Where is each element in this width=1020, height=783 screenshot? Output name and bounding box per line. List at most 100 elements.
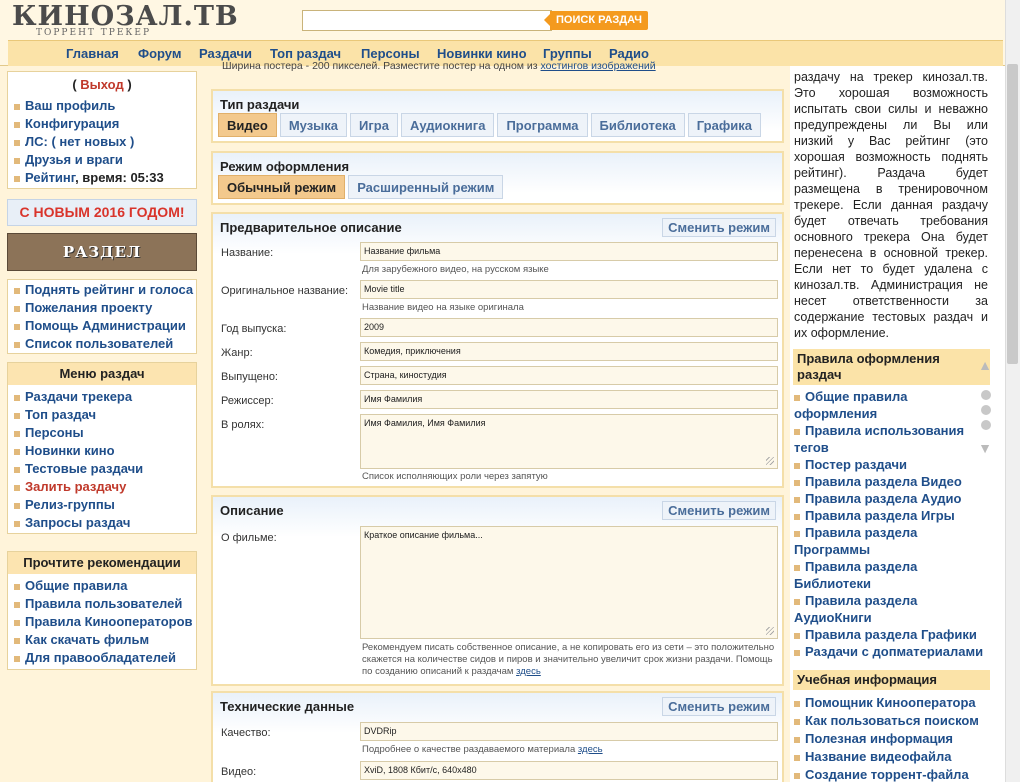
- sidebar-item-friends[interactable]: Друзья и враги: [14, 151, 196, 169]
- sidebar-item-users[interactable]: Список пользователей: [14, 335, 196, 353]
- help-admin-link[interactable]: Помощь Администрации: [25, 318, 186, 333]
- rule-link-audiobooks[interactable]: Правила раздела АудиоКниги: [794, 593, 917, 625]
- nav-forum[interactable]: Форум: [138, 46, 181, 61]
- rec-item[interactable]: Общие правила: [14, 577, 196, 595]
- nav-torrents[interactable]: Раздачи: [199, 46, 252, 61]
- menu-link-tracker[interactable]: Раздачи трекера: [25, 389, 132, 404]
- nav-groups[interactable]: Группы: [543, 46, 592, 61]
- scroll-down-icon[interactable]: ▼: [975, 440, 995, 456]
- change-mode-button[interactable]: Сменить режим: [662, 697, 776, 716]
- edu-item[interactable]: Помощник Кинооператора: [794, 694, 984, 711]
- director-field[interactable]: Имя Фамилия: [360, 390, 778, 409]
- edu-link-assistant[interactable]: Помощник Кинооператора: [805, 695, 976, 710]
- sidebar-item-config[interactable]: Конфигурация: [14, 115, 196, 133]
- genre-field[interactable]: Комедия, приключения: [360, 342, 778, 361]
- rec-item[interactable]: Правила пользователей: [14, 595, 196, 613]
- menu-link-new[interactable]: Новинки кино: [25, 443, 115, 458]
- menu-link-requests[interactable]: Запросы раздач: [25, 515, 130, 530]
- raise-rating-link[interactable]: Поднять рейтинг и голоса: [25, 282, 193, 297]
- friends-link[interactable]: Друзья и враги: [25, 152, 123, 167]
- edu-item[interactable]: Полезная информация: [794, 730, 984, 747]
- rule-item[interactable]: Общие правила оформления: [794, 388, 984, 422]
- menu-link-persons[interactable]: Персоны: [25, 425, 84, 440]
- edu-link-torrent[interactable]: Создание торрент-файла: [805, 767, 969, 782]
- rule-link-games[interactable]: Правила раздела Игры: [805, 508, 955, 523]
- mode-normal[interactable]: Обычный режим: [218, 175, 346, 199]
- nav-top[interactable]: Топ раздач: [270, 46, 341, 61]
- rule-link-library[interactable]: Правила раздела Библиотеки: [794, 559, 917, 591]
- rule-link-audio[interactable]: Правила раздела Аудио: [805, 491, 961, 506]
- rating-link[interactable]: Рейтинг: [25, 170, 75, 185]
- sidebar-item-wishes[interactable]: Пожелания проекту: [14, 299, 196, 317]
- change-mode-button[interactable]: Сменить режим: [662, 218, 776, 237]
- type-music[interactable]: Музыка: [279, 113, 348, 137]
- sidebar-item-raise-rating[interactable]: Поднять рейтинг и голоса: [14, 281, 196, 299]
- quality-field[interactable]: DVDRip: [360, 722, 778, 741]
- rec-item[interactable]: Как скачать фильм: [14, 631, 196, 649]
- about-hint-link[interactable]: здесь: [516, 666, 541, 677]
- menu-item[interactable]: Новинки кино: [14, 442, 196, 460]
- rule-item[interactable]: Правила раздела АудиоКниги: [794, 592, 984, 626]
- menu-item[interactable]: Релиз-группы: [14, 496, 196, 514]
- mecen-banner[interactable]: РАЗДЕЛ МЕЦЕНАТОВ: [7, 233, 197, 297]
- menu-link-release-groups[interactable]: Релиз-группы: [25, 497, 115, 512]
- menu-item[interactable]: Тестовые раздачи: [14, 460, 196, 478]
- year-field[interactable]: 2009: [360, 318, 778, 337]
- type-video[interactable]: Видео: [218, 113, 277, 137]
- resize-grip-icon[interactable]: [766, 457, 774, 465]
- resize-grip-icon[interactable]: [766, 627, 774, 635]
- rule-item[interactable]: Раздачи с допматериалами: [794, 643, 984, 660]
- menu-link-upload[interactable]: Залить раздачу: [25, 479, 126, 494]
- quality-hint-link[interactable]: здесь: [578, 744, 603, 755]
- site-logo[interactable]: КИНОЗАЛ.ТВ ТОРРЕНТ ТРЕКЕР: [12, 2, 282, 39]
- about-field[interactable]: Краткое описание фильма...: [360, 526, 778, 639]
- rec-link-download[interactable]: Как скачать фильм: [25, 632, 149, 647]
- rule-item[interactable]: Постер раздачи: [794, 456, 984, 473]
- menu-link-test[interactable]: Тестовые раздачи: [25, 461, 143, 476]
- rule-link-graphics[interactable]: Правила раздела Графики: [805, 627, 977, 642]
- rec-item[interactable]: Для правообладателей: [14, 649, 196, 667]
- menu-item[interactable]: Топ раздач: [14, 406, 196, 424]
- rec-link-general[interactable]: Общие правила: [25, 578, 127, 593]
- edu-item[interactable]: Создание торрент-файла: [794, 766, 984, 783]
- released-field[interactable]: Страна, киностудия: [360, 366, 778, 385]
- menu-item[interactable]: Залить раздачу: [14, 478, 196, 496]
- nav-persons[interactable]: Персоны: [361, 46, 420, 61]
- menu-item[interactable]: Персоны: [14, 424, 196, 442]
- pm-link[interactable]: ЛС: ( нет новых ): [25, 134, 134, 149]
- users-link[interactable]: Список пользователей: [25, 336, 173, 351]
- rule-item[interactable]: Правила раздела Видео: [794, 473, 984, 490]
- logout-link[interactable]: Выход: [80, 77, 123, 92]
- config-link[interactable]: Конфигурация: [25, 116, 119, 131]
- mode-extended[interactable]: Расширенный режим: [348, 175, 504, 199]
- rule-item[interactable]: Правила раздела Графики: [794, 626, 984, 643]
- search-button[interactable]: ПОИСК РАЗДАЧ: [544, 11, 648, 30]
- type-audiobook[interactable]: Аудиокнига: [400, 113, 495, 137]
- menu-link-top[interactable]: Топ раздач: [25, 407, 96, 422]
- profile-link[interactable]: Ваш профиль: [25, 98, 115, 113]
- scroll-up-icon[interactable]: ▲: [975, 357, 995, 373]
- scrollbar-thumb[interactable]: [1007, 64, 1018, 364]
- hosting-link[interactable]: хостингов изображений: [541, 60, 656, 72]
- rule-link-extras[interactable]: Раздачи с допматериалами: [805, 644, 983, 659]
- orig-title-field[interactable]: Movie title: [360, 280, 778, 299]
- change-mode-button[interactable]: Сменить режим: [662, 501, 776, 520]
- rule-link-video[interactable]: Правила раздела Видео: [805, 474, 962, 489]
- type-program[interactable]: Программа: [497, 113, 588, 137]
- menu-item[interactable]: Раздачи трекера: [14, 388, 196, 406]
- edu-item[interactable]: Как пользоваться поиском: [794, 712, 984, 729]
- rec-item[interactable]: Правила Кинооператоров: [14, 613, 196, 631]
- name-field[interactable]: Название фильма: [360, 242, 778, 261]
- edu-item[interactable]: Название видеофайла: [794, 748, 984, 765]
- rule-link-programs[interactable]: Правила раздела Программы: [794, 525, 917, 557]
- type-library[interactable]: Библиотека: [590, 113, 685, 137]
- sidebar-item-profile[interactable]: Ваш профиль: [14, 97, 196, 115]
- rule-item[interactable]: Правила использования тегов: [794, 422, 984, 456]
- rule-link-tags[interactable]: Правила использования тегов: [794, 423, 964, 455]
- sidebar-item-pm[interactable]: ЛС: ( нет новых ): [14, 133, 196, 151]
- search-input[interactable]: [302, 10, 552, 31]
- sidebar-item-help-admin[interactable]: Помощь Администрации: [14, 317, 196, 335]
- edu-link-useful[interactable]: Полезная информация: [805, 731, 953, 746]
- type-graphics[interactable]: Графика: [687, 113, 761, 137]
- rec-link-operators[interactable]: Правила Кинооператоров: [25, 614, 193, 629]
